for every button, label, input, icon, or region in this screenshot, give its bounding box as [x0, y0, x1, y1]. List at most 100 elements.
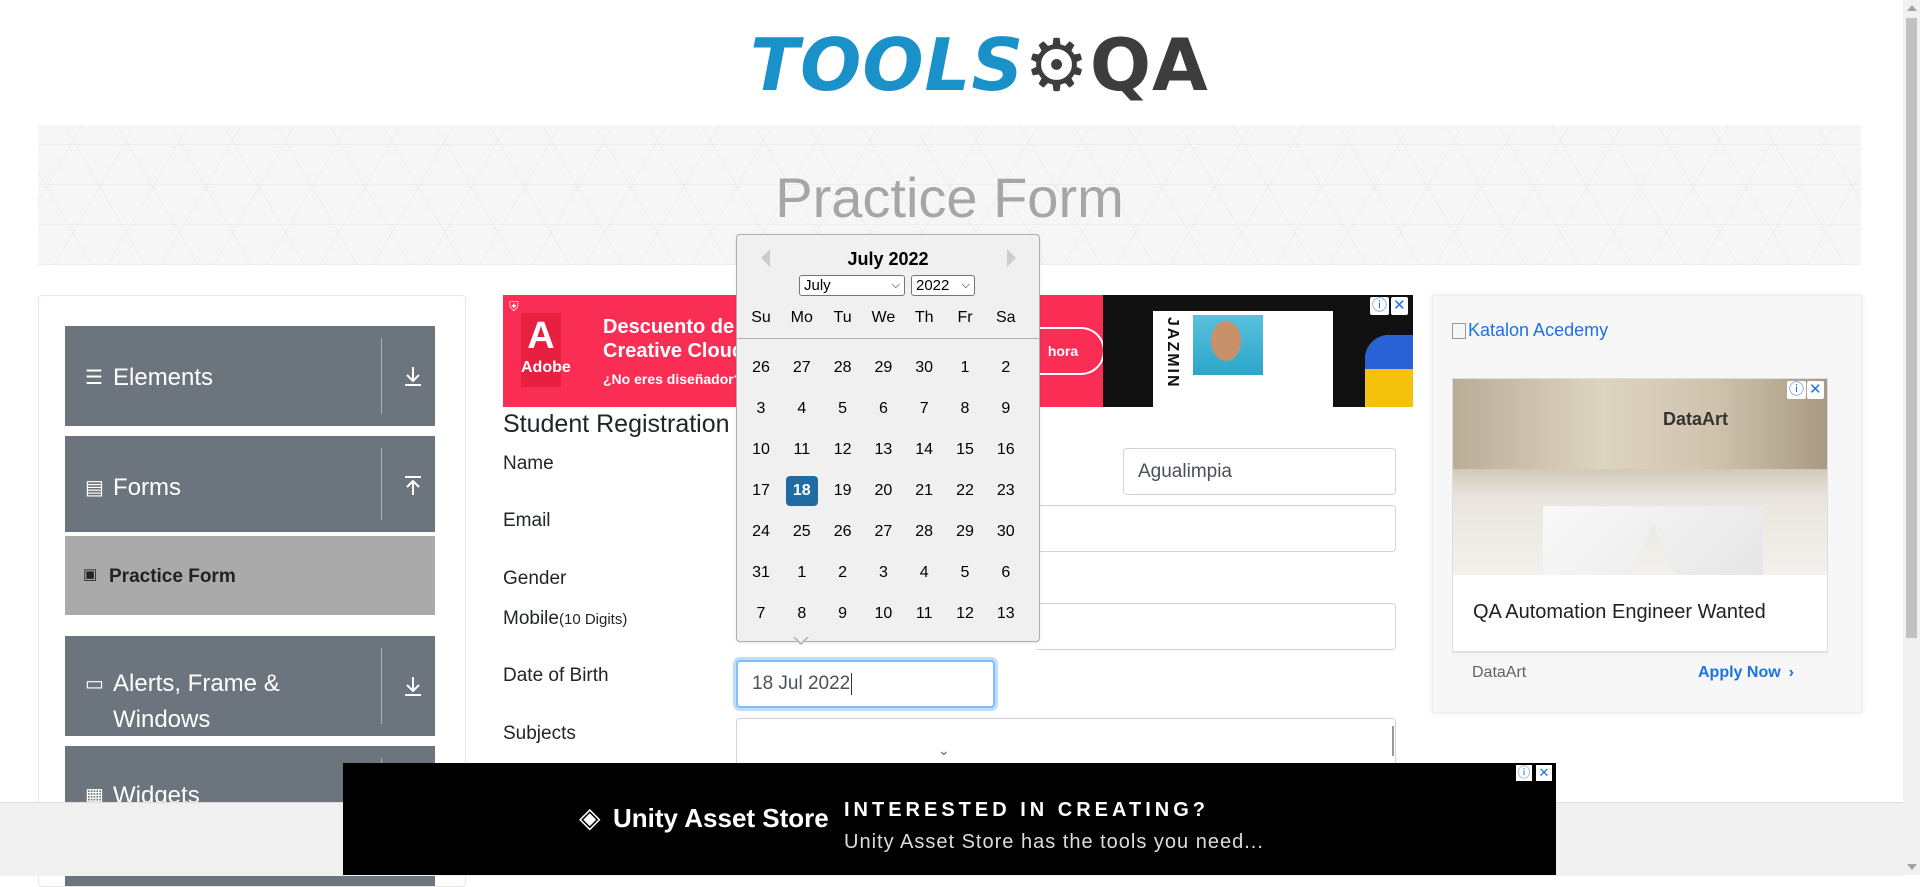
- group-forms-label: Forms: [113, 474, 181, 501]
- calendar-day[interactable]: 2: [990, 353, 1022, 383]
- weekday-header: Su: [751, 309, 771, 326]
- group-forms[interactable]: ▤ Forms: [65, 436, 435, 532]
- calendar-day-selected[interactable]: 18: [785, 476, 818, 506]
- close-ad-icon[interactable]: ✕: [1536, 765, 1552, 781]
- calendar-day[interactable]: 26: [827, 517, 859, 547]
- chevron-down-icon: ⌵: [891, 279, 900, 291]
- divider: [381, 338, 382, 414]
- year-select[interactable]: 2022 ⌵: [911, 275, 975, 296]
- calendar-day[interactable]: 11: [786, 435, 818, 465]
- page-scrollbar[interactable]: [1903, 0, 1920, 875]
- calendar-day[interactable]: 12: [949, 599, 981, 629]
- calendar-day[interactable]: 27: [867, 517, 899, 547]
- calendar-day[interactable]: 16: [990, 435, 1022, 465]
- adchoices-icon[interactable]: ⓘ: [1787, 381, 1807, 399]
- calendar-day[interactable]: 21: [908, 476, 940, 506]
- dataart-headline[interactable]: QA Automation Engineer Wanted: [1473, 601, 1766, 624]
- calendar-day[interactable]: 14: [908, 435, 940, 465]
- calendar-day[interactable]: 17: [745, 476, 777, 506]
- calendar-day[interactable]: 7: [745, 599, 777, 629]
- calendar-day[interactable]: 6: [990, 558, 1022, 588]
- calendar-day[interactable]: 9: [990, 394, 1022, 424]
- logo-tools-text: TOOLS: [750, 23, 1025, 107]
- katalon-image-link[interactable]: Katalon Acedemy: [1452, 320, 1608, 341]
- dataart-advertiser: DataArt: [1472, 664, 1527, 681]
- calendar-day[interactable]: 10: [867, 599, 899, 629]
- calendar-day[interactable]: 12: [827, 435, 859, 465]
- calendar-day[interactable]: 26: [745, 353, 777, 383]
- calendar-day[interactable]: 4: [786, 394, 818, 424]
- calendar-day[interactable]: 1: [949, 353, 981, 383]
- calendar-day[interactable]: 3: [867, 558, 899, 588]
- adobe-ad-line2: Creative Cloud: [603, 340, 745, 362]
- calendar-day[interactable]: 28: [908, 517, 940, 547]
- month-select[interactable]: July ⌵: [799, 275, 905, 296]
- calendar-day[interactable]: 22: [949, 476, 981, 506]
- calendar-day[interactable]: 20: [867, 476, 899, 506]
- apply-now-button[interactable]: Apply Now ›: [1698, 664, 1794, 682]
- toolsqa-logo[interactable]: TOOLS⚙QA: [750, 18, 1208, 113]
- page-title: Practice Form: [775, 166, 1124, 229]
- email-label: Email: [503, 510, 551, 531]
- calendar-day[interactable]: 2: [827, 558, 859, 588]
- scroll-down-arrow-icon[interactable]: [1907, 864, 1917, 870]
- calendar-day[interactable]: 15: [949, 435, 981, 465]
- mobile-input[interactable]: [1036, 603, 1396, 650]
- calendar-day[interactable]: 11: [908, 599, 940, 629]
- calendar-day[interactable]: 4: [908, 558, 940, 588]
- subjects-input[interactable]: [736, 718, 1396, 765]
- group-elements-label: Elements: [113, 364, 214, 391]
- calendar-day[interactable]: 25: [786, 517, 818, 547]
- calendar-day[interactable]: 9: [827, 599, 859, 629]
- scroll-up-arrow-icon[interactable]: [1907, 5, 1917, 11]
- calendar-day[interactable]: 31: [745, 558, 777, 588]
- upload-icon[interactable]: [401, 474, 425, 498]
- unity-headline: INTERESTED IN CREATING?: [844, 799, 1209, 821]
- calendar-day[interactable]: 10: [745, 435, 777, 465]
- broken-image-icon: [1452, 323, 1466, 340]
- calendar-day[interactable]: 30: [990, 517, 1022, 547]
- mobile-hint: (10 Digits): [558, 611, 628, 628]
- close-ad-icon[interactable]: ✕: [1807, 381, 1824, 399]
- last-name-input[interactable]: Agualimpia: [1123, 448, 1396, 495]
- group-alerts-frame-windows[interactable]: ▭ Alerts, Frame & Windows: [65, 636, 435, 736]
- dataart-ad[interactable]: DataArt ⓘ ✕ QA Automation Engineer Wante…: [1452, 378, 1828, 653]
- calendar-day[interactable]: 29: [949, 517, 981, 547]
- next-month-arrow-icon[interactable]: [1007, 249, 1016, 267]
- calendar-day[interactable]: 5: [949, 558, 981, 588]
- chevron-right-icon: ›: [1788, 664, 1794, 681]
- close-ad-icon[interactable]: ✕: [1391, 297, 1408, 315]
- dob-input[interactable]: 18 Jul 2022: [736, 660, 995, 708]
- chevron-down-icon[interactable]: ⌄: [938, 742, 950, 759]
- unity-ad[interactable]: ◈ Unity Asset Store INTERESTED IN CREATI…: [343, 763, 1556, 875]
- adchoices-icon[interactable]: ⓘ: [1516, 765, 1532, 781]
- calendar-day[interactable]: 13: [867, 435, 899, 465]
- email-input[interactable]: [1036, 505, 1396, 552]
- calendar-day[interactable]: 13: [990, 599, 1022, 629]
- calendar-day[interactable]: 7: [908, 394, 940, 424]
- scrollbar-thumb[interactable]: [1906, 18, 1917, 638]
- download-icon[interactable]: [401, 674, 425, 698]
- calendar-day[interactable]: 29: [867, 353, 899, 383]
- group-alerts-label-line1: Alerts, Frame &: [113, 670, 280, 697]
- sidebar-item-practice-form[interactable]: ▣ Practice Form: [65, 536, 435, 615]
- calendar-day[interactable]: 23: [990, 476, 1022, 506]
- adchoices-icon[interactable]: ⓘ: [1370, 297, 1390, 315]
- calendar-day[interactable]: 5: [827, 394, 859, 424]
- month-select-value: July: [804, 277, 831, 294]
- calendar-day[interactable]: 8: [786, 599, 818, 629]
- group-elements[interactable]: ☰ Elements: [65, 326, 435, 426]
- download-icon[interactable]: [401, 364, 425, 388]
- office-photo: DataArt: [1453, 379, 1827, 575]
- form-title: Student Registration: [503, 410, 730, 438]
- calendar-day[interactable]: 24: [745, 517, 777, 547]
- calendar-day[interactable]: 3: [745, 394, 777, 424]
- calendar-day[interactable]: 28: [827, 353, 859, 383]
- group-alerts-label-line2: Windows: [113, 706, 211, 733]
- calendar-day[interactable]: 1: [786, 558, 818, 588]
- calendar-day[interactable]: 30: [908, 353, 940, 383]
- calendar-day[interactable]: 27: [786, 353, 818, 383]
- calendar-day[interactable]: 8: [949, 394, 981, 424]
- calendar-day[interactable]: 19: [827, 476, 859, 506]
- calendar-day[interactable]: 6: [867, 394, 899, 424]
